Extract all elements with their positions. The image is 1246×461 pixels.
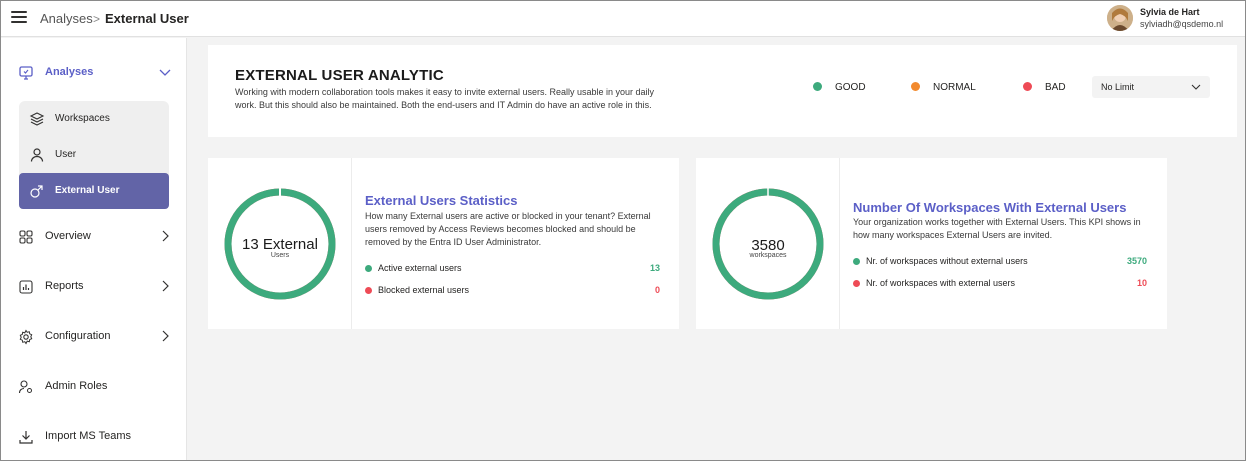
legend-item-good: GOOD	[813, 81, 866, 93]
hamburger-menu-icon[interactable]	[11, 11, 27, 25]
analytics-header-card: EXTERNAL USER ANALYTIC Working with mode…	[208, 45, 1237, 137]
kpi-row-without-external: Nr. of workspaces without external users…	[853, 256, 1147, 270]
sidebar-item-label: Configuration	[45, 330, 111, 342]
kpi-description: Your organization works together with Ex…	[853, 217, 1141, 240]
sidebar-subitem-user[interactable]: User	[19, 137, 169, 173]
avatar[interactable]	[1107, 5, 1133, 31]
dropdown-selected-value: No Limit	[1101, 82, 1135, 92]
breadcrumb-parent[interactable]: Analyses	[40, 11, 93, 26]
kpi-row-label: Blocked external users	[378, 285, 470, 295]
sidebar-subitem-workspaces[interactable]: Workspaces	[19, 101, 169, 137]
status-dot	[853, 258, 860, 265]
chevron-right-icon[interactable]	[159, 230, 171, 242]
grid-icon	[19, 230, 33, 244]
sidebar-subitem-external-user[interactable]: External User	[19, 173, 169, 209]
kpi-card-external-users: 13 External Users External Users Statist…	[208, 158, 679, 329]
chevron-down-icon	[1191, 84, 1201, 90]
legend-label: BAD	[1045, 82, 1066, 93]
admin-roles-icon	[18, 380, 32, 394]
page-title: EXTERNAL USER ANALYTIC	[235, 67, 444, 84]
legend-dot	[1023, 81, 1032, 91]
sidebar-subitem-label: Workspaces	[55, 113, 110, 124]
chevron-down-icon[interactable]	[159, 66, 171, 78]
legend-label: GOOD	[835, 82, 866, 93]
kpi-row-with-external: Nr. of workspaces with external users 10	[853, 278, 1147, 292]
legend-dot	[813, 81, 822, 91]
kpi-row-value: 13	[649, 263, 660, 273]
sidebar-item-admin-roles[interactable]: Admin Roles	[1, 369, 187, 405]
sidebar-item-label: Overview	[45, 230, 91, 242]
kpi-donut-panel: 3580 workspaces	[696, 158, 840, 329]
donut-value: 13 External	[242, 236, 318, 253]
user-email: sylviadh@qsdemo.nl	[1140, 19, 1224, 29]
sidebar-subitem-label: External User	[55, 185, 120, 196]
legend-dot	[911, 81, 920, 91]
gear-icon	[19, 329, 33, 345]
sidebar: Analyses Workspaces User External User O…	[1, 38, 187, 460]
kpi-row-active: Active external users 13	[365, 263, 660, 277]
user-name: Sylvia de Hart	[1140, 7, 1200, 17]
breadcrumb-current: External User	[105, 11, 189, 26]
layers-icon	[29, 112, 45, 126]
chevron-right-icon[interactable]	[159, 330, 171, 342]
breadcrumb-separator: >	[93, 12, 101, 26]
sidebar-item-import-ms-teams[interactable]: Import MS Teams	[1, 419, 187, 455]
sidebar-item-configuration[interactable]: Configuration	[1, 319, 187, 355]
person-icon	[30, 148, 44, 162]
page-description: Working with modern collaboration tools …	[235, 87, 655, 110]
download-icon	[19, 431, 33, 444]
kpi-row-label: Nr. of workspaces without external users	[866, 256, 1028, 266]
kpi-donut-panel: 13 External Users	[208, 158, 352, 329]
sidebar-item-reports[interactable]: Reports	[1, 269, 187, 305]
limit-dropdown[interactable]: No Limit	[1092, 76, 1210, 98]
sidebar-item-label: Reports	[45, 280, 84, 292]
kpi-title: External Users Statistics	[365, 193, 518, 208]
legend-item-bad: BAD	[1023, 81, 1066, 93]
donut-caption: workspaces	[749, 252, 787, 259]
kpi-row-blocked: Blocked external users 0	[365, 285, 660, 299]
legend-label: NORMAL	[933, 82, 976, 93]
kpi-row-label: Nr. of workspaces with external users	[866, 278, 1016, 288]
report-icon	[19, 280, 33, 294]
external-user-icon	[30, 185, 43, 198]
app-window: Analyses > External User Sylvia de Hart …	[0, 0, 1246, 461]
kpi-title: Number Of Workspaces With External Users	[853, 200, 1127, 215]
status-dot	[365, 287, 372, 294]
chevron-right-icon[interactable]	[159, 280, 171, 292]
kpi-card-workspaces: 3580 workspaces Number Of Workspaces Wit…	[696, 158, 1167, 329]
kpi-row-label: Active external users	[378, 263, 462, 273]
status-dot	[853, 280, 860, 287]
kpi-description: How many External users are active or bl…	[365, 211, 651, 247]
sidebar-item-overview[interactable]: Overview	[1, 219, 187, 255]
kpi-row-value: 3570	[1126, 256, 1147, 266]
sidebar-item-label: Import MS Teams	[45, 430, 131, 442]
monitor-icon	[19, 66, 33, 80]
donut-caption: Users	[270, 252, 290, 259]
top-bar: Analyses > External User Sylvia de Hart …	[1, 1, 1245, 37]
legend-item-normal: NORMAL	[911, 81, 976, 93]
sidebar-item-label: Analyses	[45, 66, 94, 78]
sidebar-subitem-label: User	[55, 149, 77, 160]
kpi-row-value: 10	[1136, 278, 1147, 288]
sidebar-item-analyses[interactable]: Analyses	[1, 55, 187, 91]
kpi-row-value: 0	[654, 285, 660, 295]
status-dot	[365, 265, 372, 272]
sidebar-item-label: Admin Roles	[45, 380, 108, 392]
analyses-submenu: Workspaces User External User	[19, 101, 169, 209]
